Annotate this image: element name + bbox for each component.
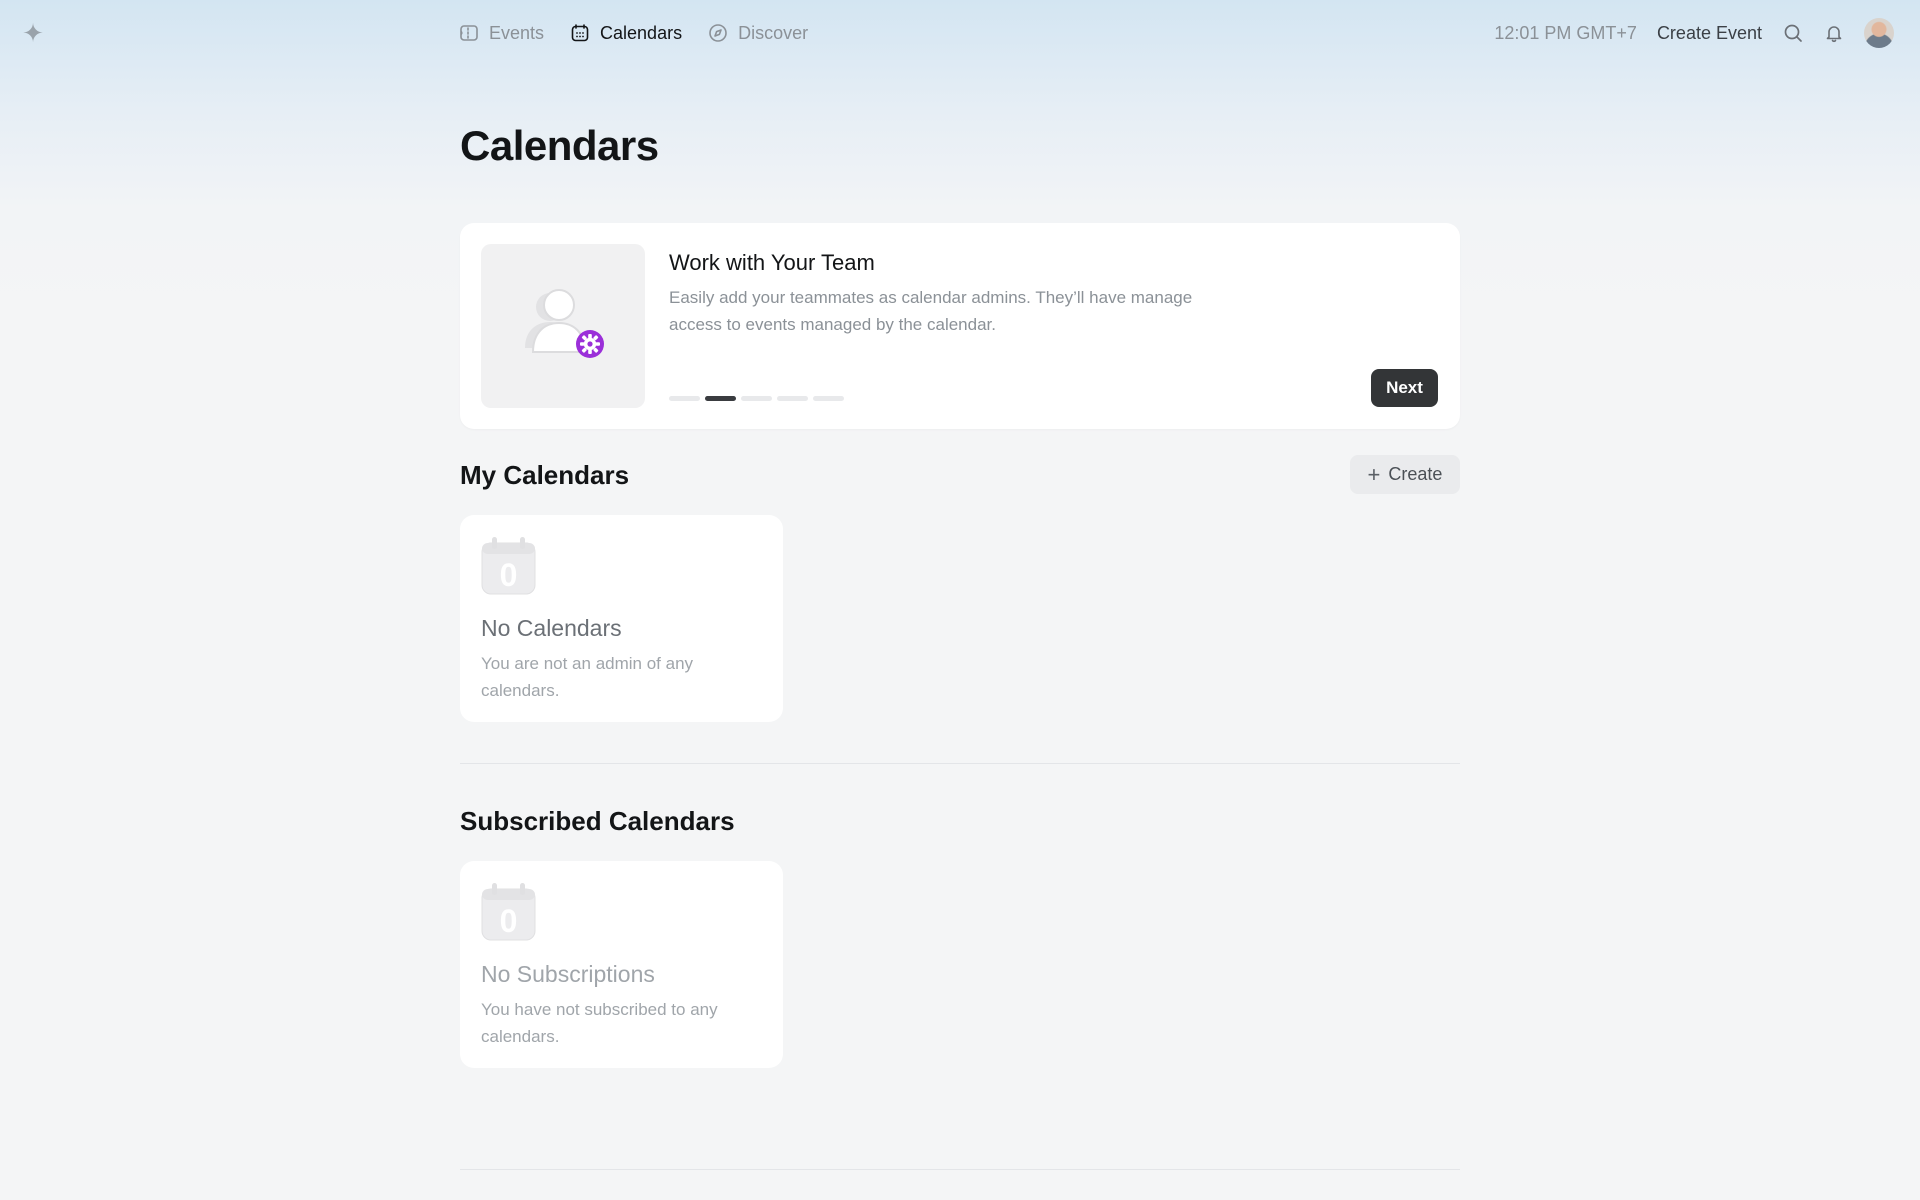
subscribed-calendars-heading: Subscribed Calendars [460,806,735,836]
section-divider [460,1169,1460,1170]
my-calendars-heading: My Calendars [460,460,630,490]
search-icon[interactable] [1782,22,1804,44]
nav-label-events: Events [489,22,545,43]
nav-label-calendars: Calendars [600,22,683,43]
nav-item-discover[interactable]: Discover [708,23,808,44]
ticket-icon [460,25,478,41]
compass-icon [709,24,727,42]
team-illustration [481,244,645,408]
step-dot[interactable] [669,396,700,401]
bell-icon[interactable] [1823,22,1845,44]
calendar-count: 0 [500,557,518,593]
create-calendar-button[interactable]: + Create [1350,455,1460,494]
no-calendars-description: You are not an admin of any calendars. [481,654,694,700]
page-title: Calendars [460,122,659,169]
sparkle-logo-icon[interactable]: ✦ [20,20,46,46]
calendar-icon [571,24,589,42]
no-calendars-card: 0 No Calendars You are not an admin of a… [460,515,783,722]
team-admin-icon [525,289,604,358]
nav-label-discover: Discover [738,22,809,43]
top-bar: ✦ Events Calendars Discover 12:01 PM GMT… [0,0,1920,66]
create-event-link[interactable]: Create Event [1657,23,1762,44]
onboarding-description: Easily add your teammates as calendar ad… [669,288,1193,334]
next-button[interactable]: Next [1371,369,1438,407]
section-divider [460,763,1460,764]
no-subscriptions-description: You have not subscribed to any calendars… [481,1000,718,1046]
subscription-count: 0 [500,903,518,939]
user-avatar[interactable] [1864,18,1894,48]
empty-calendar-icon: 0 [481,537,536,595]
step-dot[interactable] [777,396,808,401]
step-dot[interactable] [741,396,772,401]
step-indicator [669,396,844,401]
header-tools: 12:01 PM GMT+7 Create Event [1494,14,1894,52]
no-subscriptions-card: 0 No Subscriptions You have not subscrib… [460,861,783,1068]
main-nav: Events Calendars Discover [459,18,808,48]
nav-item-calendars[interactable]: Calendars [570,23,682,44]
step-dot[interactable] [813,396,844,401]
step-dot-active[interactable] [705,396,736,401]
no-subscriptions-title: No Subscriptions [481,961,655,987]
onboarding-card: Work with Your Team Easily add your team… [460,223,1460,429]
plus-icon: + [1367,461,1381,487]
empty-calendar-icon: 0 [481,883,536,941]
nav-item-events[interactable]: Events [459,23,544,44]
no-calendars-title: No Calendars [481,615,622,641]
create-calendar-label: Create [1388,464,1443,484]
onboarding-title: Work with Your Team [669,250,875,275]
current-time: 12:01 PM GMT+7 [1494,22,1637,43]
